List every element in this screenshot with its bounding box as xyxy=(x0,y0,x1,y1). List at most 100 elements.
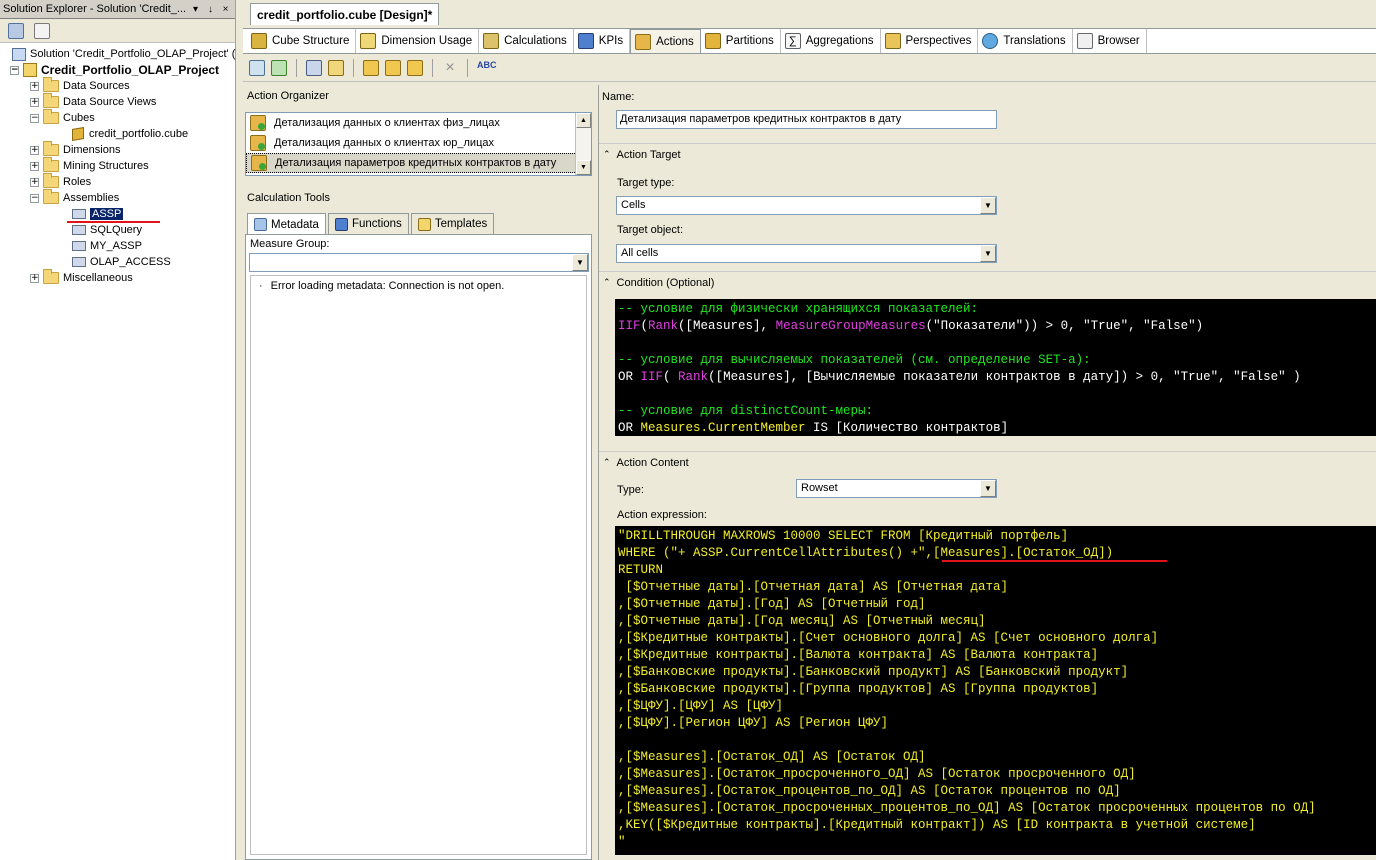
tree-solution[interactable]: Solution 'Credit_Portfolio_OLAP_Project'… xyxy=(12,46,235,62)
solution-explorer-title: Solution Explorer - Solution 'Credit_... xyxy=(3,3,187,15)
folder-icon xyxy=(43,157,59,172)
scroll-up-icon[interactable]: ▲ xyxy=(576,113,591,128)
code-token: Rank xyxy=(648,319,679,333)
tree-item-label: Dimensions xyxy=(63,144,121,156)
collapse-chevron-icon[interactable]: ⌃ xyxy=(603,150,611,160)
tree-item-assp[interactable]: ASSP xyxy=(72,206,124,222)
tree-item-sqlquery[interactable]: SQLQuery xyxy=(72,222,142,238)
action-name-input[interactable]: Детализация параметров кредитных контрак… xyxy=(616,110,997,129)
tree-item-data-source-views[interactable]: + Data Source Views xyxy=(30,93,156,110)
tree-item-data-sources[interactable]: + Data Sources xyxy=(30,77,130,94)
tab-aggregations[interactable]: ∑ Aggregations xyxy=(781,29,881,53)
tree-item-roles[interactable]: + Roles xyxy=(30,173,91,190)
tab-metadata[interactable]: Metadata xyxy=(247,213,326,235)
tab-browser[interactable]: Browser xyxy=(1073,29,1147,53)
tree-item-mining-structures[interactable]: + Mining Structures xyxy=(30,157,149,174)
tree-item-cube-file[interactable]: credit_portfolio.cube xyxy=(72,126,188,142)
tab-partitions[interactable]: Partitions xyxy=(701,29,781,53)
tree-solution-label: Solution 'Credit_Portfolio_OLAP_Project'… xyxy=(30,48,236,60)
tab-kpis[interactable]: KPIs xyxy=(574,29,631,53)
tree-item-my-assp[interactable]: MY_ASSP xyxy=(72,238,142,254)
metadata-tree: · Error loading metadata: Connection is n… xyxy=(250,275,587,855)
tab-templates[interactable]: Templates xyxy=(410,213,495,234)
tab-label: KPIs xyxy=(598,35,624,47)
chevron-down-icon[interactable]: ▼ xyxy=(572,254,588,271)
expression-line: ,[$ЦФУ].[ЦФУ] AS [ЦФУ] xyxy=(618,699,784,713)
action-expression-editor[interactable]: "DRILLTHROUGH MAXROWS 10000 SELECT FROM … xyxy=(615,526,1376,855)
code-token: ( xyxy=(640,319,649,333)
condition-line: IIF(Rank([Measures], MeasureGroupMeasure… xyxy=(618,318,1374,335)
collapse-chevron-icon[interactable]: ⌃ xyxy=(603,278,611,288)
vertical-scrollbar[interactable]: ▲ ▼ xyxy=(575,113,591,175)
tree-project[interactable]: − Credit_Portfolio_OLAP_Project xyxy=(10,62,219,78)
collapse-icon[interactable]: − xyxy=(30,113,39,123)
tree-item-miscellaneous[interactable]: + Miscellaneous xyxy=(30,269,133,286)
refresh-icon[interactable] xyxy=(271,60,287,76)
expand-icon[interactable]: + xyxy=(30,97,39,107)
action-content-header[interactable]: ⌃ Action Content xyxy=(599,451,1376,473)
tab-translations[interactable]: Translations xyxy=(978,29,1073,53)
chevron-down-icon[interactable]: ▼ xyxy=(980,245,996,262)
condition-header[interactable]: ⌃ Condition (Optional) xyxy=(599,271,1376,293)
expand-icon[interactable]: + xyxy=(30,161,39,171)
new-reporting-action-icon[interactable] xyxy=(385,60,401,76)
cube-icon xyxy=(72,126,84,142)
tree-item-label: Assemblies xyxy=(63,192,120,204)
tree-item-dimensions[interactable]: + Dimensions xyxy=(30,141,121,158)
section-title: Condition (Optional) xyxy=(616,276,715,289)
pin-icon[interactable]: ↓ xyxy=(205,4,216,15)
action-item[interactable]: Детализация данных о клиентах юр_лицах xyxy=(246,133,591,153)
action-target-header[interactable]: ⌃ Action Target xyxy=(599,143,1376,165)
action-item[interactable]: Детализация данных о клиентах физ_лицах xyxy=(246,113,591,133)
tree-item-label: OLAP_ACCESS xyxy=(90,256,171,268)
tree-item-cubes[interactable]: − Cubes xyxy=(30,109,95,126)
script-view-icon[interactable] xyxy=(328,60,344,76)
target-type-dropdown[interactable]: Cells ▼ xyxy=(616,196,997,215)
action-organizer-title: Action Organizer xyxy=(247,90,329,102)
expand-icon[interactable]: + xyxy=(30,81,39,91)
scroll-down-icon[interactable]: ▼ xyxy=(576,160,591,175)
show-all-files-icon[interactable] xyxy=(34,22,50,39)
condition-editor[interactable]: -- условие для физически хранящихся пока… xyxy=(615,299,1376,436)
expand-icon[interactable]: + xyxy=(30,145,39,155)
action-type-dropdown[interactable]: Rowset ▼ xyxy=(796,479,997,498)
measure-group-dropdown[interactable]: ▼ xyxy=(249,253,589,272)
collapse-icon[interactable]: − xyxy=(30,193,39,203)
action-item-selected[interactable]: Детализация параметров кредитных контрак… xyxy=(246,153,591,173)
tab-dimension-usage[interactable]: Dimension Usage xyxy=(356,29,480,53)
expand-icon[interactable]: + xyxy=(30,273,39,283)
check-syntax-icon[interactable]: ABC xyxy=(477,60,497,76)
code-token: -- условие для distinctCount-меры: xyxy=(618,404,874,418)
form-view-icon[interactable] xyxy=(306,60,322,76)
chevron-down-icon[interactable]: ▼ xyxy=(980,197,996,214)
expression-line: ,[$Кредитные контракты].[Счет основного … xyxy=(618,631,1159,645)
tab-calculations[interactable]: Calculations xyxy=(479,29,574,53)
reconnect-icon[interactable] xyxy=(249,60,265,76)
chevron-down-icon[interactable]: ▼ xyxy=(980,480,996,497)
expression-line: ,[$Отчетные даты].[Год] AS [Отчетный год… xyxy=(618,597,926,611)
tab-perspectives[interactable]: Perspectives xyxy=(881,29,979,53)
chevron-down-icon[interactable]: ▾ xyxy=(190,4,201,15)
tab-label: Aggregations xyxy=(805,35,874,47)
tree-item-olap-access[interactable]: OLAP_ACCESS xyxy=(72,254,171,270)
tab-actions[interactable]: Actions xyxy=(630,29,701,53)
action-organizer-list: Детализация данных о клиентах физ_лицах … xyxy=(245,112,592,176)
tab-cube-structure[interactable]: Cube Structure xyxy=(247,29,357,53)
tab-functions[interactable]: Functions xyxy=(327,213,409,234)
target-object-dropdown[interactable]: All cells ▼ xyxy=(616,244,997,263)
document-tab[interactable]: credit_portfolio.cube [Design]* xyxy=(250,3,440,25)
new-drillthrough-action-icon[interactable] xyxy=(407,60,423,76)
target-object-label: Target object: xyxy=(617,224,684,236)
collapse-chevron-icon[interactable]: ⌃ xyxy=(603,458,611,468)
close-icon[interactable]: × xyxy=(220,4,231,15)
perspectives-icon xyxy=(884,33,901,49)
properties-icon[interactable] xyxy=(8,22,24,39)
expression-line: "DRILLTHROUGH MAXROWS 10000 SELECT FROM … xyxy=(618,529,1069,543)
collapse-icon[interactable]: − xyxy=(10,65,19,75)
expand-icon[interactable]: + xyxy=(30,177,39,187)
delete-icon[interactable]: × xyxy=(442,60,458,76)
tree-item-assemblies[interactable]: − Assemblies xyxy=(30,189,120,206)
new-action-icon[interactable] xyxy=(363,60,379,76)
cube-structure-icon xyxy=(251,33,267,49)
code-token: ([Measures], xyxy=(678,319,776,333)
